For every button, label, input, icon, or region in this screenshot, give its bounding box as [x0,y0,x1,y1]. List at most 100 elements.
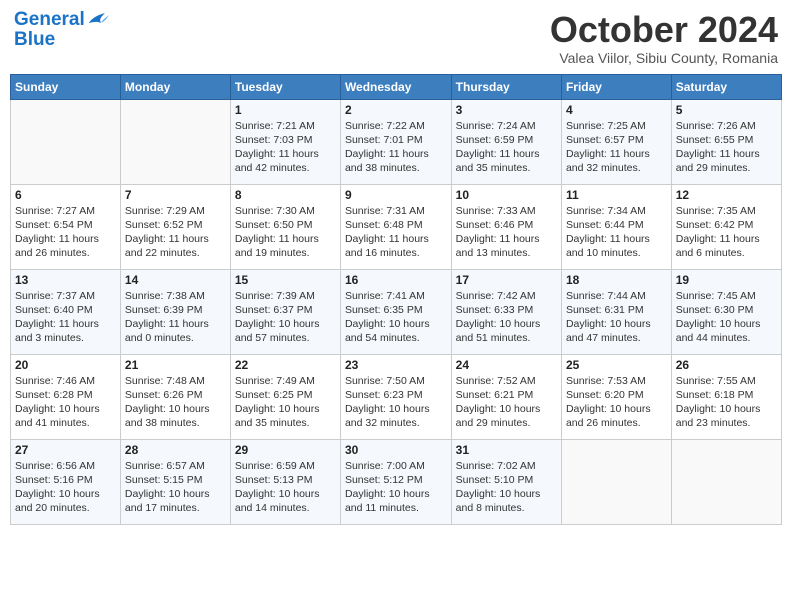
day-info: Sunrise: 7:41 AMSunset: 6:35 PMDaylight:… [345,289,447,346]
day-number: 19 [676,273,777,287]
day-info: Sunrise: 6:59 AMSunset: 5:13 PMDaylight:… [235,459,336,516]
day-info: Sunrise: 7:48 AMSunset: 6:26 PMDaylight:… [125,374,226,431]
day-number: 7 [125,188,226,202]
calendar-cell: 24 Sunrise: 7:52 AMSunset: 6:21 PMDayligh… [451,354,561,439]
day-number: 6 [15,188,116,202]
month-title: October 2024 [550,10,778,50]
calendar-cell [561,439,671,524]
calendar-cell: 3 Sunrise: 7:24 AMSunset: 6:59 PMDaylight… [451,99,561,184]
day-info: Sunrise: 7:38 AMSunset: 6:39 PMDaylight:… [125,289,226,346]
day-info: Sunrise: 7:42 AMSunset: 6:33 PMDaylight:… [456,289,557,346]
calendar-cell: 20 Sunrise: 7:46 AMSunset: 6:28 PMDayligh… [11,354,121,439]
calendar-table: SundayMondayTuesdayWednesdayThursdayFrid… [10,74,782,525]
day-info: Sunrise: 7:33 AMSunset: 6:46 PMDaylight:… [456,204,557,261]
day-info: Sunrise: 7:31 AMSunset: 6:48 PMDaylight:… [345,204,447,261]
day-number: 9 [345,188,447,202]
logo-bird-icon [87,9,109,27]
day-info: Sunrise: 7:02 AMSunset: 5:10 PMDaylight:… [456,459,557,516]
day-number: 29 [235,443,336,457]
calendar-header-row: SundayMondayTuesdayWednesdayThursdayFrid… [11,74,782,99]
calendar-cell: 23Sunrise: 7:50 AMSunset: 6:23 PMDayligh… [340,354,451,439]
calendar-cell: 11Sunrise: 7:34 AMSunset: 6:44 PMDayligh… [561,184,671,269]
day-header-thursday: Thursday [451,74,561,99]
location: Valea Viilor, Sibiu County, Romania [550,50,778,66]
calendar-cell: 8Sunrise: 7:30 AMSunset: 6:50 PMDaylight… [230,184,340,269]
title-block: October 2024 Valea Viilor, Sibiu County,… [550,10,778,66]
calendar-cell: 21 Sunrise: 7:48 AMSunset: 6:26 PMDayligh… [120,354,230,439]
logo-blue: Blue [14,29,55,50]
calendar-cell: 14 Sunrise: 7:38 AMSunset: 6:39 PMDayligh… [120,269,230,354]
calendar-cell: 18 Sunrise: 7:44 AMSunset: 6:31 PMDayligh… [561,269,671,354]
day-number: 4 [566,103,667,117]
calendar-cell: 1Sunrise: 7:21 AMSunset: 7:03 PMDaylight… [230,99,340,184]
calendar-cell: 12 Sunrise: 7:35 AMSunset: 6:42 PMDayligh… [671,184,781,269]
calendar-cell: 6Sunrise: 7:27 AMSunset: 6:54 PMDaylight… [11,184,121,269]
day-header-friday: Friday [561,74,671,99]
calendar-cell: 10 Sunrise: 7:33 AMSunset: 6:46 PMDayligh… [451,184,561,269]
day-info: Sunrise: 7:22 AMSunset: 7:01 PMDaylight:… [345,119,447,176]
day-header-sunday: Sunday [11,74,121,99]
calendar-cell: 30Sunrise: 7:00 AMSunset: 5:12 PMDayligh… [340,439,451,524]
day-info: Sunrise: 7:49 AMSunset: 6:25 PMDaylight:… [235,374,336,431]
calendar-cell: 31Sunrise: 7:02 AMSunset: 5:10 PMDayligh… [451,439,561,524]
day-info: Sunrise: 7:37 AMSunset: 6:40 PMDaylight:… [15,289,116,346]
day-number: 10 [456,188,557,202]
day-number: 27 [15,443,116,457]
day-number: 21 [125,358,226,372]
day-number: 2 [345,103,447,117]
day-number: 13 [15,273,116,287]
day-header-wednesday: Wednesday [340,74,451,99]
day-info: Sunrise: 7:55 AMSunset: 6:18 PMDaylight:… [676,374,777,431]
day-number: 18 [566,273,667,287]
day-info: Sunrise: 6:56 AMSunset: 5:16 PMDaylight:… [15,459,116,516]
day-info: Sunrise: 7:53 AMSunset: 6:20 PMDaylight:… [566,374,667,431]
day-info: Sunrise: 7:52 AMSunset: 6:21 PMDaylight:… [456,374,557,431]
day-info: Sunrise: 7:30 AMSunset: 6:50 PMDaylight:… [235,204,336,261]
day-number: 20 [15,358,116,372]
day-info: Sunrise: 7:21 AMSunset: 7:03 PMDaylight:… [235,119,336,176]
calendar-cell: 15Sunrise: 7:39 AMSunset: 6:37 PMDayligh… [230,269,340,354]
day-info: Sunrise: 7:46 AMSunset: 6:28 PMDaylight:… [15,374,116,431]
calendar-week-row: 6Sunrise: 7:27 AMSunset: 6:54 PMDaylight… [11,184,782,269]
day-info: Sunrise: 6:57 AMSunset: 5:15 PMDaylight:… [125,459,226,516]
day-number: 5 [676,103,777,117]
calendar-cell: 5 Sunrise: 7:26 AMSunset: 6:55 PMDaylight… [671,99,781,184]
day-number: 11 [566,188,667,202]
calendar-cell [11,99,121,184]
day-number: 24 [456,358,557,372]
calendar-cell: 17Sunrise: 7:42 AMSunset: 6:33 PMDayligh… [451,269,561,354]
calendar-cell: 22 Sunrise: 7:49 AMSunset: 6:25 PMDayligh… [230,354,340,439]
calendar-cell: 16 Sunrise: 7:41 AMSunset: 6:35 PMDayligh… [340,269,451,354]
day-info: Sunrise: 7:26 AMSunset: 6:55 PMDaylight:… [676,119,777,176]
day-number: 16 [345,273,447,287]
calendar-cell: 29 Sunrise: 6:59 AMSunset: 5:13 PMDayligh… [230,439,340,524]
logo: General Blue [14,10,109,50]
day-header-tuesday: Tuesday [230,74,340,99]
day-number: 14 [125,273,226,287]
day-header-monday: Monday [120,74,230,99]
day-header-saturday: Saturday [671,74,781,99]
day-number: 22 [235,358,336,372]
calendar-week-row: 1Sunrise: 7:21 AMSunset: 7:03 PMDaylight… [11,99,782,184]
calendar-cell: 27 Sunrise: 6:56 AMSunset: 5:16 PMDayligh… [11,439,121,524]
calendar-cell: 7 Sunrise: 7:29 AMSunset: 6:52 PMDaylight… [120,184,230,269]
calendar-week-row: 27 Sunrise: 6:56 AMSunset: 5:16 PMDayligh… [11,439,782,524]
calendar-cell: 19Sunrise: 7:45 AMSunset: 6:30 PMDayligh… [671,269,781,354]
day-number: 3 [456,103,557,117]
day-info: Sunrise: 7:44 AMSunset: 6:31 PMDaylight:… [566,289,667,346]
day-info: Sunrise: 7:24 AMSunset: 6:59 PMDaylight:… [456,119,557,176]
day-number: 12 [676,188,777,202]
day-number: 15 [235,273,336,287]
day-info: Sunrise: 7:00 AMSunset: 5:12 PMDaylight:… [345,459,447,516]
day-info: Sunrise: 7:35 AMSunset: 6:42 PMDaylight:… [676,204,777,261]
calendar-cell: 26Sunrise: 7:55 AMSunset: 6:18 PMDayligh… [671,354,781,439]
calendar-cell: 4 Sunrise: 7:25 AMSunset: 6:57 PMDaylight… [561,99,671,184]
day-info: Sunrise: 7:25 AMSunset: 6:57 PMDaylight:… [566,119,667,176]
calendar-cell [120,99,230,184]
calendar-cell: 13 Sunrise: 7:37 AMSunset: 6:40 PMDayligh… [11,269,121,354]
day-number: 23 [345,358,447,372]
day-info: Sunrise: 7:29 AMSunset: 6:52 PMDaylight:… [125,204,226,261]
page-header: General Blue October 2024 Valea Viilor, … [10,10,782,66]
logo-general: General [14,9,85,30]
calendar-cell: 28Sunrise: 6:57 AMSunset: 5:15 PMDayligh… [120,439,230,524]
